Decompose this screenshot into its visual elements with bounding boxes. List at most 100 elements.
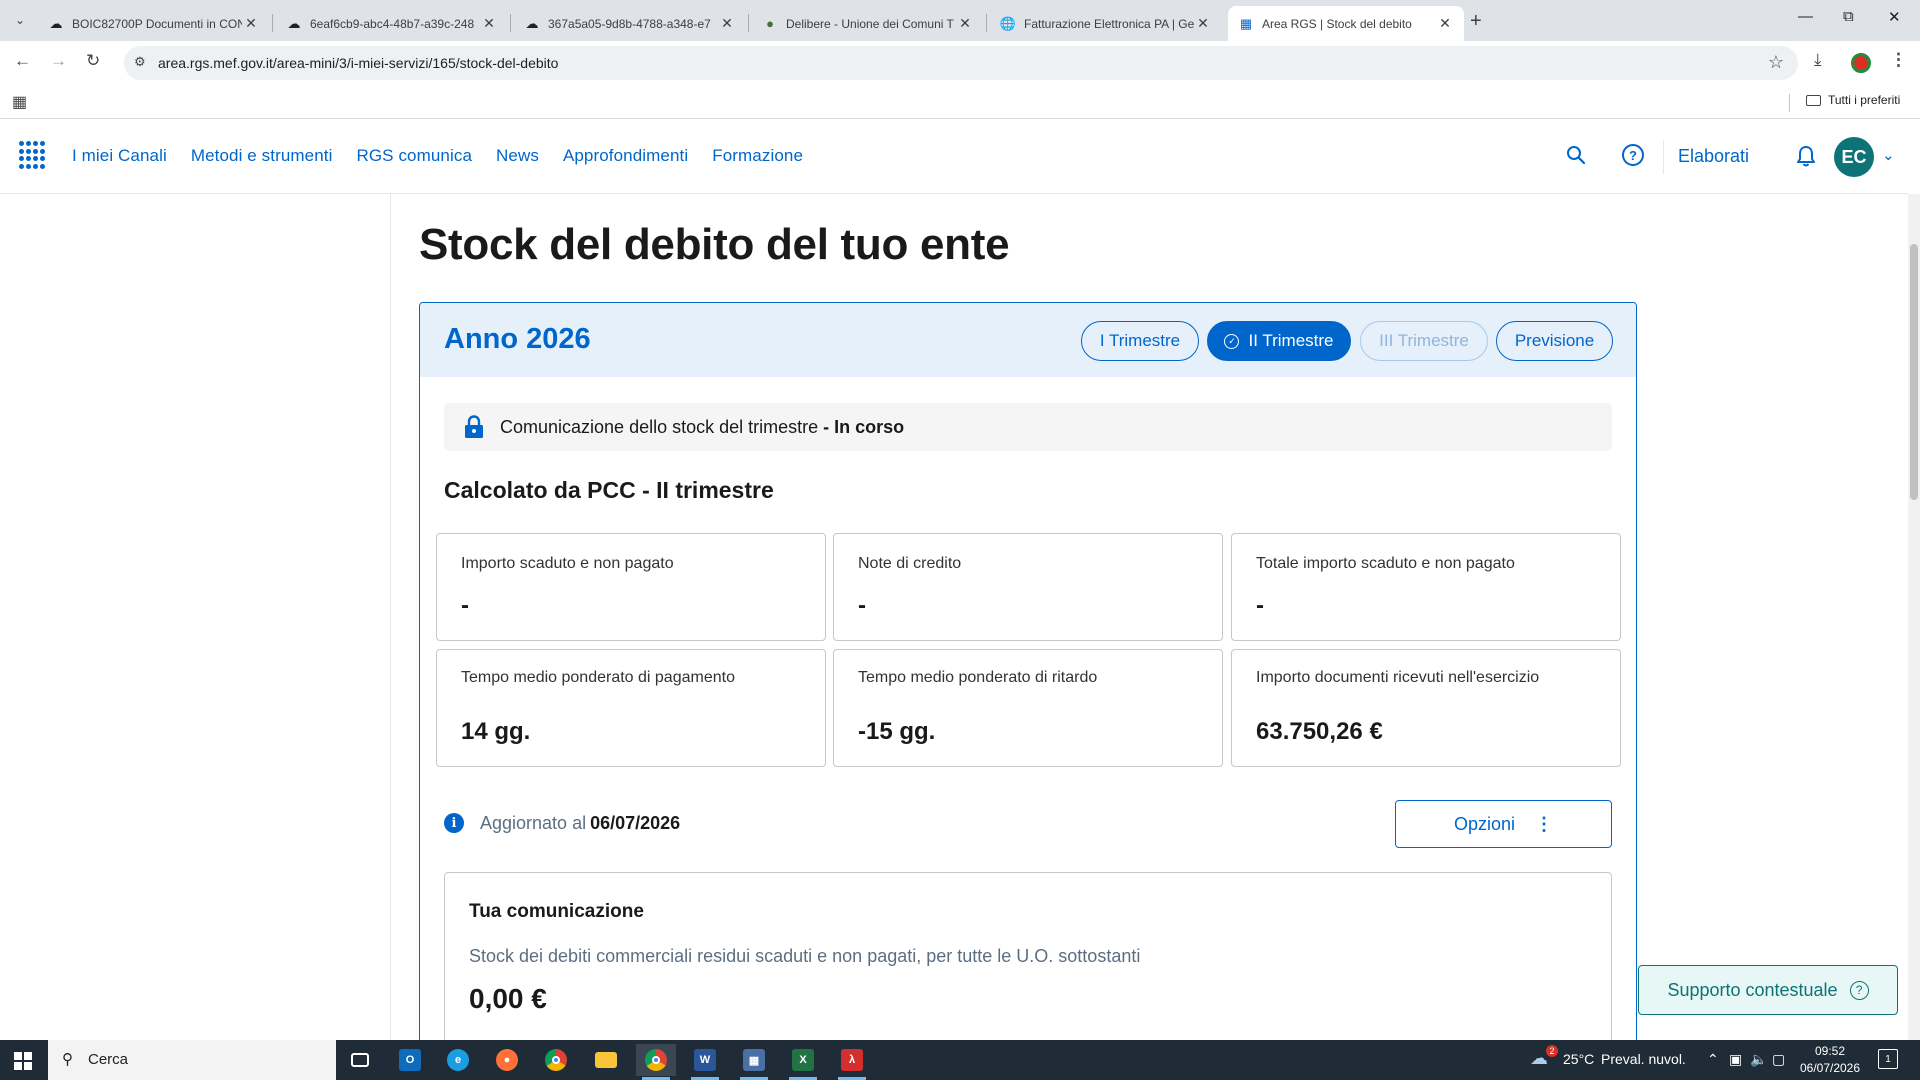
cloud-icon: ☁ — [525, 15, 539, 31]
tab-separator — [986, 14, 987, 32]
nav-i-miei-canali[interactable]: I miei Canali — [72, 146, 167, 166]
metric-label: Tempo medio ponderato di ritardo — [858, 669, 1098, 686]
site-info-icon[interactable]: ⚙ — [134, 54, 146, 70]
volume-icon[interactable]: 🔈 — [1750, 1051, 1767, 1068]
page-scrollbar[interactable] — [1908, 194, 1920, 1040]
lock-icon — [465, 415, 483, 438]
outlook-icon[interactable]: O — [390, 1044, 430, 1076]
search-icon[interactable] — [1566, 145, 1586, 165]
metric-value: - — [858, 592, 866, 619]
tab-ii-trimestre[interactable]: ✓ II Trimestre — [1207, 321, 1351, 361]
metric-label: Importo scaduto e non pagato — [461, 555, 674, 572]
help-icon[interactable]: ? — [1622, 144, 1644, 166]
temperature[interactable]: 25°C — [1563, 1051, 1594, 1067]
apps-grid-icon[interactable]: ▦ — [12, 92, 27, 112]
url-text[interactable]: area.rgs.mef.gov.it/area-mini/3/i-miei-s… — [158, 55, 558, 71]
options-button[interactable]: Opzioni ⋮ — [1395, 800, 1612, 848]
more-vertical-icon: ⋮ — [1535, 814, 1554, 834]
firefox-icon[interactable]: ● — [487, 1044, 527, 1076]
calculator-icon[interactable]: ▦ — [734, 1044, 774, 1080]
new-tab-icon[interactable]: + — [1470, 10, 1482, 33]
elaborati-link[interactable]: Elaborati — [1678, 146, 1749, 167]
address-bar[interactable]: ⚙ area.rgs.mef.gov.it/area-mini/3/i-miei… — [124, 46, 1798, 80]
grid-icon: ▦ — [1239, 15, 1253, 31]
browser-tab[interactable]: ☁ 367a5a05-9d8b-4788-a348-e7 ✕ — [514, 6, 746, 41]
nav-metodi-e-strumenti[interactable]: Metodi e strumenti — [191, 146, 333, 166]
close-window-icon[interactable]: ✕ — [1888, 8, 1901, 26]
nav-rgs-comunica[interactable]: RGS comunica — [356, 146, 472, 166]
taskbar-search[interactable]: ⚲ Cerca — [48, 1040, 336, 1080]
metric-card: Tempo medio ponderato di pagamento 14 gg… — [436, 649, 826, 767]
weather-text[interactable]: Preval. nuvol. — [1601, 1051, 1686, 1067]
display-icon[interactable]: ▢ — [1772, 1051, 1785, 1068]
close-tab-icon[interactable]: ✕ — [1436, 15, 1454, 32]
app-grid-logo-icon[interactable] — [19, 141, 47, 169]
metric-label: Importo documenti ricevuti nell'esercizi… — [1256, 669, 1540, 686]
support-button[interactable]: Supporto contestuale ? — [1638, 965, 1898, 1015]
nav-approfondimenti[interactable]: Approfondimenti — [563, 146, 688, 166]
browser-tab[interactable]: ☁ BOIC82700P Documenti in CON ✕ — [38, 6, 270, 41]
profile-icon[interactable] — [1851, 53, 1871, 73]
close-tab-icon[interactable]: ✕ — [242, 15, 260, 32]
forward-icon[interactable]: → — [50, 51, 67, 71]
folder-icon — [1806, 94, 1821, 106]
tab-previsione[interactable]: Previsione — [1496, 321, 1613, 361]
chrome-icon[interactable] — [536, 1044, 576, 1076]
close-tab-icon[interactable]: ✕ — [1194, 15, 1212, 32]
menu-dots-icon[interactable]: ⋮ — [1890, 50, 1907, 70]
notification-icon[interactable]: 1 — [1878, 1049, 1898, 1069]
close-tab-icon[interactable]: ✕ — [480, 15, 498, 32]
page-title: Stock del debito del tuo ente — [419, 220, 1010, 269]
chevron-up-icon[interactable]: ⌃ — [1707, 1051, 1719, 1068]
file-explorer-icon[interactable] — [586, 1044, 626, 1076]
browser-tab[interactable]: ● Delibere - Unione dei Comuni T ✕ — [752, 6, 984, 41]
download-icon[interactable]: ⤓ — [1814, 50, 1822, 70]
all-bookmarks-button[interactable]: Tutti i preferiti — [1806, 93, 1900, 107]
chrome-active-icon[interactable] — [636, 1044, 676, 1080]
search-icon: ⚲ — [62, 1051, 73, 1068]
tab-i-trimestre[interactable]: I Trimestre — [1081, 321, 1199, 361]
back-icon[interactable]: ← — [14, 51, 31, 71]
metric-card: Tempo medio ponderato di ritardo -15 gg. — [833, 649, 1223, 767]
restore-icon[interactable]: ⧉ — [1843, 8, 1854, 25]
scrollbar-thumb[interactable] — [1910, 244, 1918, 500]
nav-formazione[interactable]: Formazione — [712, 146, 803, 166]
reload-icon[interactable]: ↻ — [86, 51, 100, 71]
task-view-icon[interactable] — [340, 1044, 380, 1076]
metric-card: Totale importo scaduto e non pagato - — [1231, 533, 1621, 641]
clock-time: 09:52 — [1814, 1044, 1846, 1058]
taskbar-clock[interactable]: 09:52 06/07/2026 — [1794, 1043, 1866, 1077]
section-title: Calcolato da PCC - II trimestre — [444, 477, 774, 503]
tab-iii-trimestre[interactable]: III Trimestre — [1360, 321, 1488, 361]
bookmarks-bar: ▦ Tutti i preferiti — [0, 85, 1920, 119]
cloud-icon: ☁ — [287, 15, 301, 31]
close-tab-icon[interactable]: ✕ — [956, 15, 974, 32]
chevron-down-icon[interactable]: ⌄ — [1882, 146, 1895, 164]
metric-value: 14 gg. — [461, 718, 531, 745]
avatar[interactable]: EC — [1834, 137, 1874, 177]
minimize-icon[interactable]: — — [1798, 8, 1813, 25]
windows-start-icon[interactable] — [14, 1052, 32, 1070]
metric-label: Totale importo scaduto e non pagato — [1256, 555, 1515, 572]
metric-card: Note di credito - — [833, 533, 1223, 641]
metric-card: Importo scaduto e non pagato - — [436, 533, 826, 641]
weather-badge: 2 — [1546, 1045, 1558, 1057]
communication-value: 0,00 € — [469, 983, 547, 1014]
tab-search-chevron-icon[interactable]: ⌄ — [8, 8, 32, 32]
browser-tab-active[interactable]: ▦ Area RGS | Stock del debito ✕ — [1228, 6, 1464, 41]
bell-icon[interactable] — [1796, 145, 1816, 167]
check-circle-icon: ✓ — [1224, 333, 1240, 349]
network-icon[interactable]: ▣ — [1729, 1051, 1742, 1068]
edge-icon[interactable]: e — [438, 1044, 478, 1076]
acrobat-icon[interactable]: λ — [832, 1044, 872, 1080]
word-icon[interactable]: W — [685, 1044, 725, 1080]
bookmark-star-icon[interactable]: ☆ — [1768, 52, 1784, 73]
excel-icon[interactable]: X — [783, 1044, 823, 1080]
browser-tab[interactable]: ☁ 6eaf6cb9-abc4-48b7-a39c-248 ✕ — [276, 6, 508, 41]
browser-tab[interactable]: 🌐 Fatturazione Elettronica PA | Ge ✕ — [990, 6, 1222, 41]
close-tab-icon[interactable]: ✕ — [718, 15, 736, 32]
nav-news[interactable]: News — [496, 146, 539, 166]
status-text: Comunicazione dello stock del trimestre … — [500, 417, 905, 437]
site-header: I miei Canali Metodi e strumenti RGS com… — [0, 120, 1908, 194]
tab-separator — [510, 14, 511, 32]
